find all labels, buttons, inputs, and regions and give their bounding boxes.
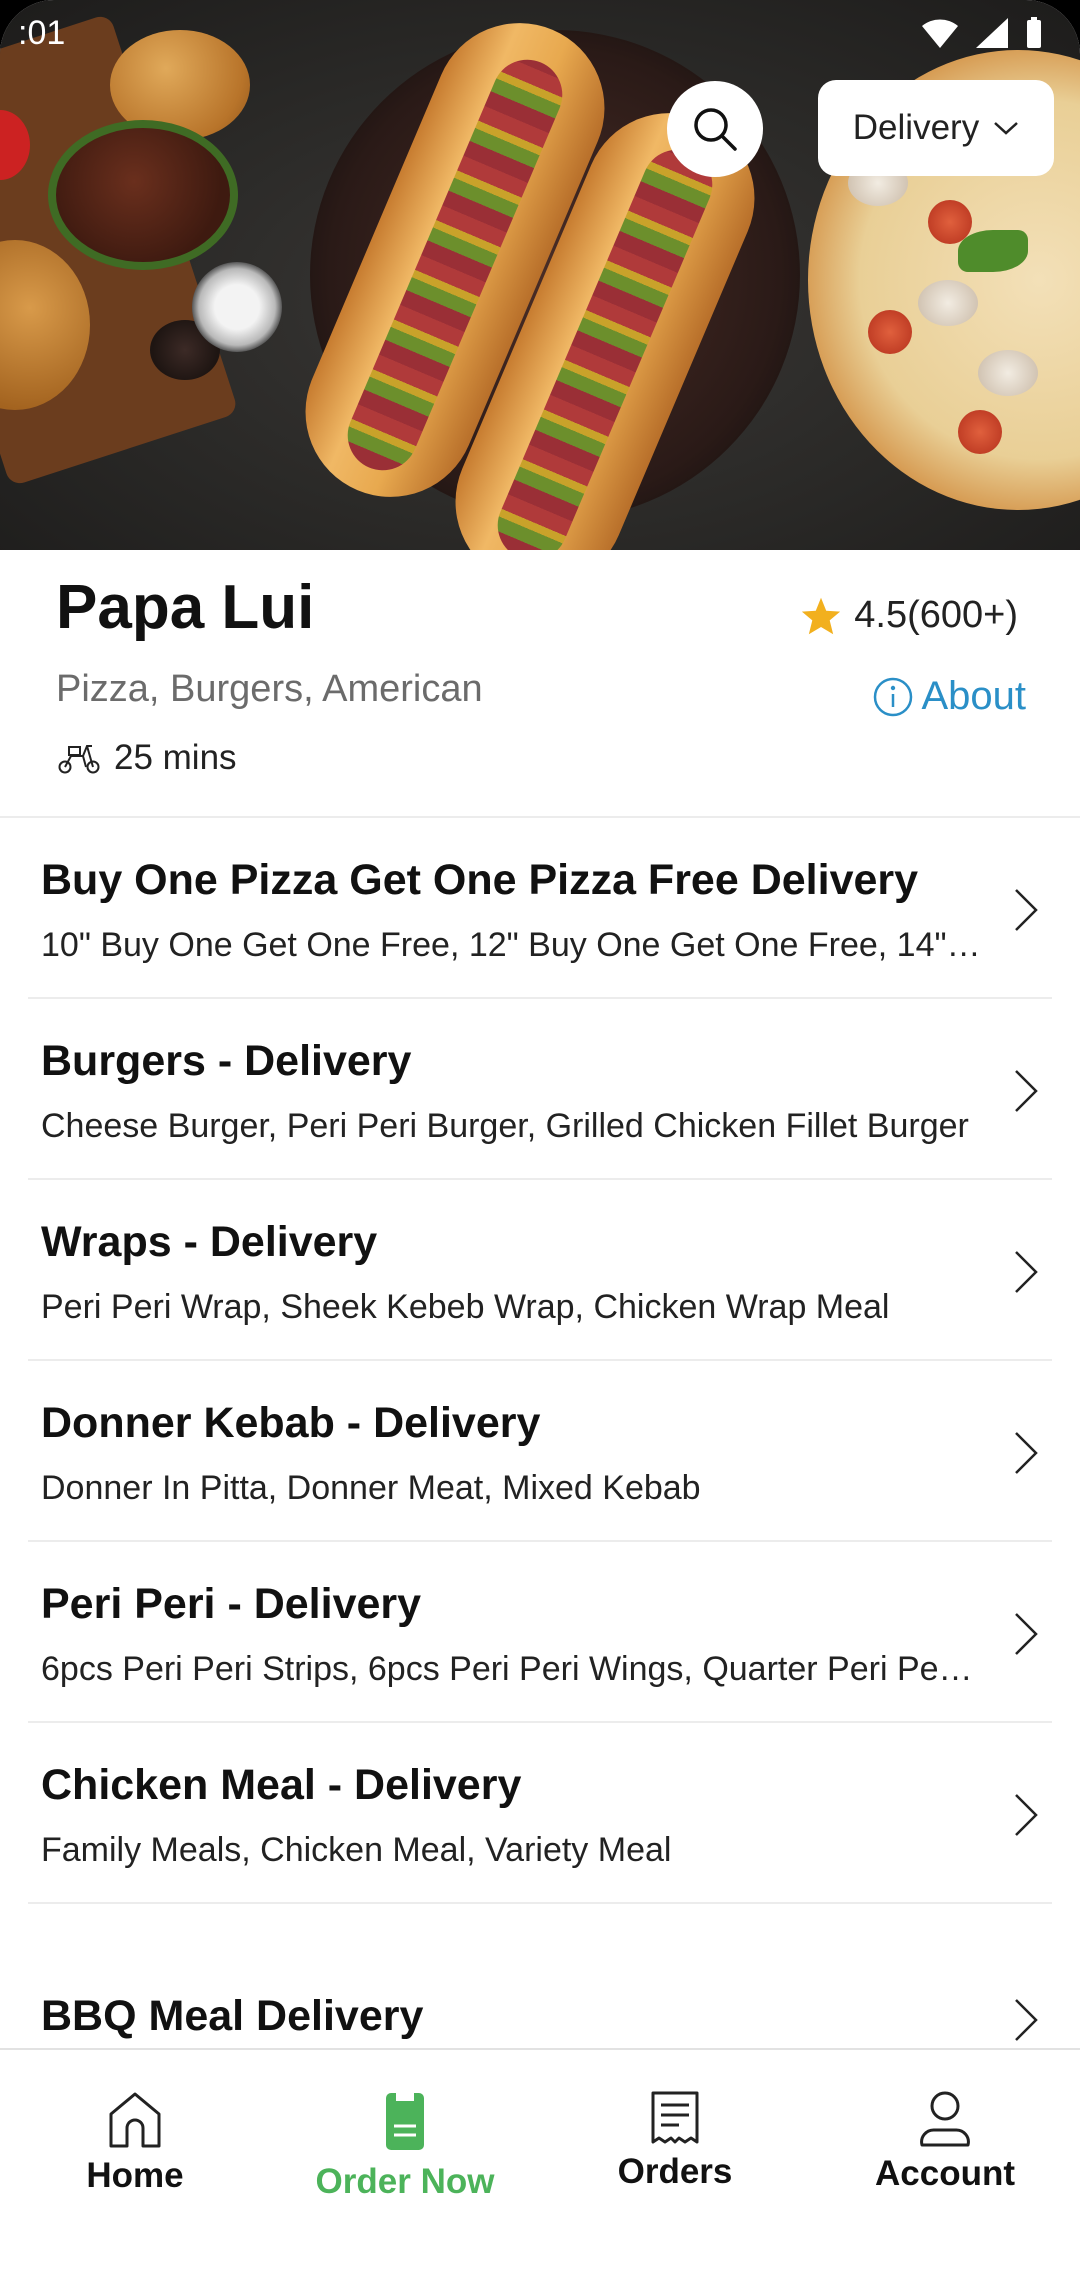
nav-orders-label: Orders xyxy=(617,2152,733,2191)
search-icon xyxy=(694,108,737,151)
info-icon xyxy=(874,677,913,716)
category-title: Donner Kebab - Delivery xyxy=(41,1399,541,1447)
menu-category-item[interactable]: Chicken Meal - Delivery Family Meals, Ch… xyxy=(28,1723,1052,1904)
nav-home[interactable]: Home xyxy=(0,2050,270,2215)
category-description: Family Meals, Chicken Meal, Variety Meal xyxy=(41,1831,672,1869)
category-title: Peri Peri - Delivery xyxy=(41,1580,422,1628)
nav-orders[interactable]: Orders xyxy=(540,2050,810,2215)
cuisines: Pizza, Burgers, American xyxy=(56,668,483,710)
pizza-topping xyxy=(958,230,1028,272)
restaurant-name: Papa Lui xyxy=(56,573,315,642)
pizza-topping xyxy=(868,310,912,354)
rating: 4.5(600+) xyxy=(800,594,1018,637)
menu-category-item[interactable]: Peri Peri - Delivery 6pcs Peri Peri Stri… xyxy=(28,1542,1052,1723)
scooter-icon xyxy=(58,745,100,774)
nav-order-now[interactable]: Order Now xyxy=(270,2050,540,2215)
pizza-topping xyxy=(958,410,1002,454)
chevron-right-icon xyxy=(1015,1251,1038,1293)
order-icon xyxy=(386,2093,424,2150)
category-description: 6pcs Peri Peri Strips, 6pcs Peri Peri Wi… xyxy=(41,1650,981,1688)
home-icon xyxy=(109,2092,161,2148)
delivery-mode-label: Delivery xyxy=(852,108,980,147)
category-title: Burgers - Delivery xyxy=(41,1037,412,1085)
system-home-indicator[interactable] xyxy=(390,2245,690,2255)
salt-bowl xyxy=(192,262,282,352)
chevron-right-icon xyxy=(1015,1432,1038,1474)
menu-category-item[interactable]: Donner Kebab - Delivery Donner In Pitta,… xyxy=(28,1361,1052,1542)
chevron-right-icon xyxy=(1015,1794,1038,1836)
nav-account[interactable]: Account xyxy=(810,2050,1080,2215)
about-label: About xyxy=(921,674,1026,718)
category-description: Donner In Pitta, Donner Meat, Mixed Keba… xyxy=(41,1469,701,1507)
chevron-right-icon xyxy=(1015,1070,1038,1112)
bottom-navigation: Home Order Now Orders Account xyxy=(0,2048,1080,2215)
hero-food-image: :01 Delivery xyxy=(0,0,1080,550)
menu-category-item[interactable]: Wraps - Delivery Peri Peri Wrap, Sheek K… xyxy=(28,1180,1052,1361)
wifi-icon xyxy=(922,19,958,48)
delivery-mode-dropdown[interactable]: Delivery xyxy=(818,80,1054,176)
category-title: BBQ Meal Delivery xyxy=(41,1992,424,2040)
status-time: :01 xyxy=(18,14,66,52)
nav-home-label: Home xyxy=(86,2156,184,2195)
category-title: Chicken Meal - Delivery xyxy=(41,1761,522,1809)
menu-category-list: Buy One Pizza Get One Pizza Free Deliver… xyxy=(0,818,1080,2104)
eta-label: 25 mins xyxy=(114,738,237,777)
nav-account-label: Account xyxy=(875,2154,1015,2193)
search-button[interactable] xyxy=(667,81,763,177)
account-icon xyxy=(920,2091,970,2147)
about-link[interactable]: About xyxy=(873,674,1026,719)
category-description: Peri Peri Wrap, Sheek Kebeb Wrap, Chicke… xyxy=(41,1288,890,1326)
receipt-icon xyxy=(651,2091,699,2144)
nav-order-now-label: Order Now xyxy=(315,2162,495,2201)
menu-category-item[interactable]: Buy One Pizza Get One Pizza Free Deliver… xyxy=(28,818,1052,999)
category-description: 10" Buy One Get One Free, 12" Buy One Ge… xyxy=(41,926,981,964)
screen: :01 Delivery Papa Lui 4.5(600+) Pizza, B… xyxy=(0,0,1080,2280)
delivery-time: 25 mins xyxy=(56,738,237,778)
chevron-right-icon xyxy=(1015,889,1038,931)
status-icons xyxy=(920,16,1044,50)
chevron-right-icon xyxy=(1015,1999,1038,2041)
restaurant-info: Papa Lui 4.5(600+) Pizza, Burgers, Ameri… xyxy=(0,550,1080,818)
menu-category-item[interactable]: Burgers - Delivery Cheese Burger, Peri P… xyxy=(28,999,1052,1180)
category-title: Buy One Pizza Get One Pizza Free Deliver… xyxy=(41,856,919,904)
chevron-right-icon xyxy=(1015,1613,1038,1655)
star-icon xyxy=(802,597,841,634)
category-description: Cheese Burger, Peri Peri Burger, Grilled… xyxy=(41,1107,969,1145)
burger-patty xyxy=(48,120,238,270)
rating-value: 4.5(600+) xyxy=(854,594,1018,636)
pizza-topping xyxy=(918,280,978,326)
pizza-topping xyxy=(978,350,1038,396)
chevron-down-icon xyxy=(994,122,1019,135)
category-title: Wraps - Delivery xyxy=(41,1218,378,1266)
battery-icon xyxy=(1027,17,1041,48)
signal-icon xyxy=(976,18,1008,48)
